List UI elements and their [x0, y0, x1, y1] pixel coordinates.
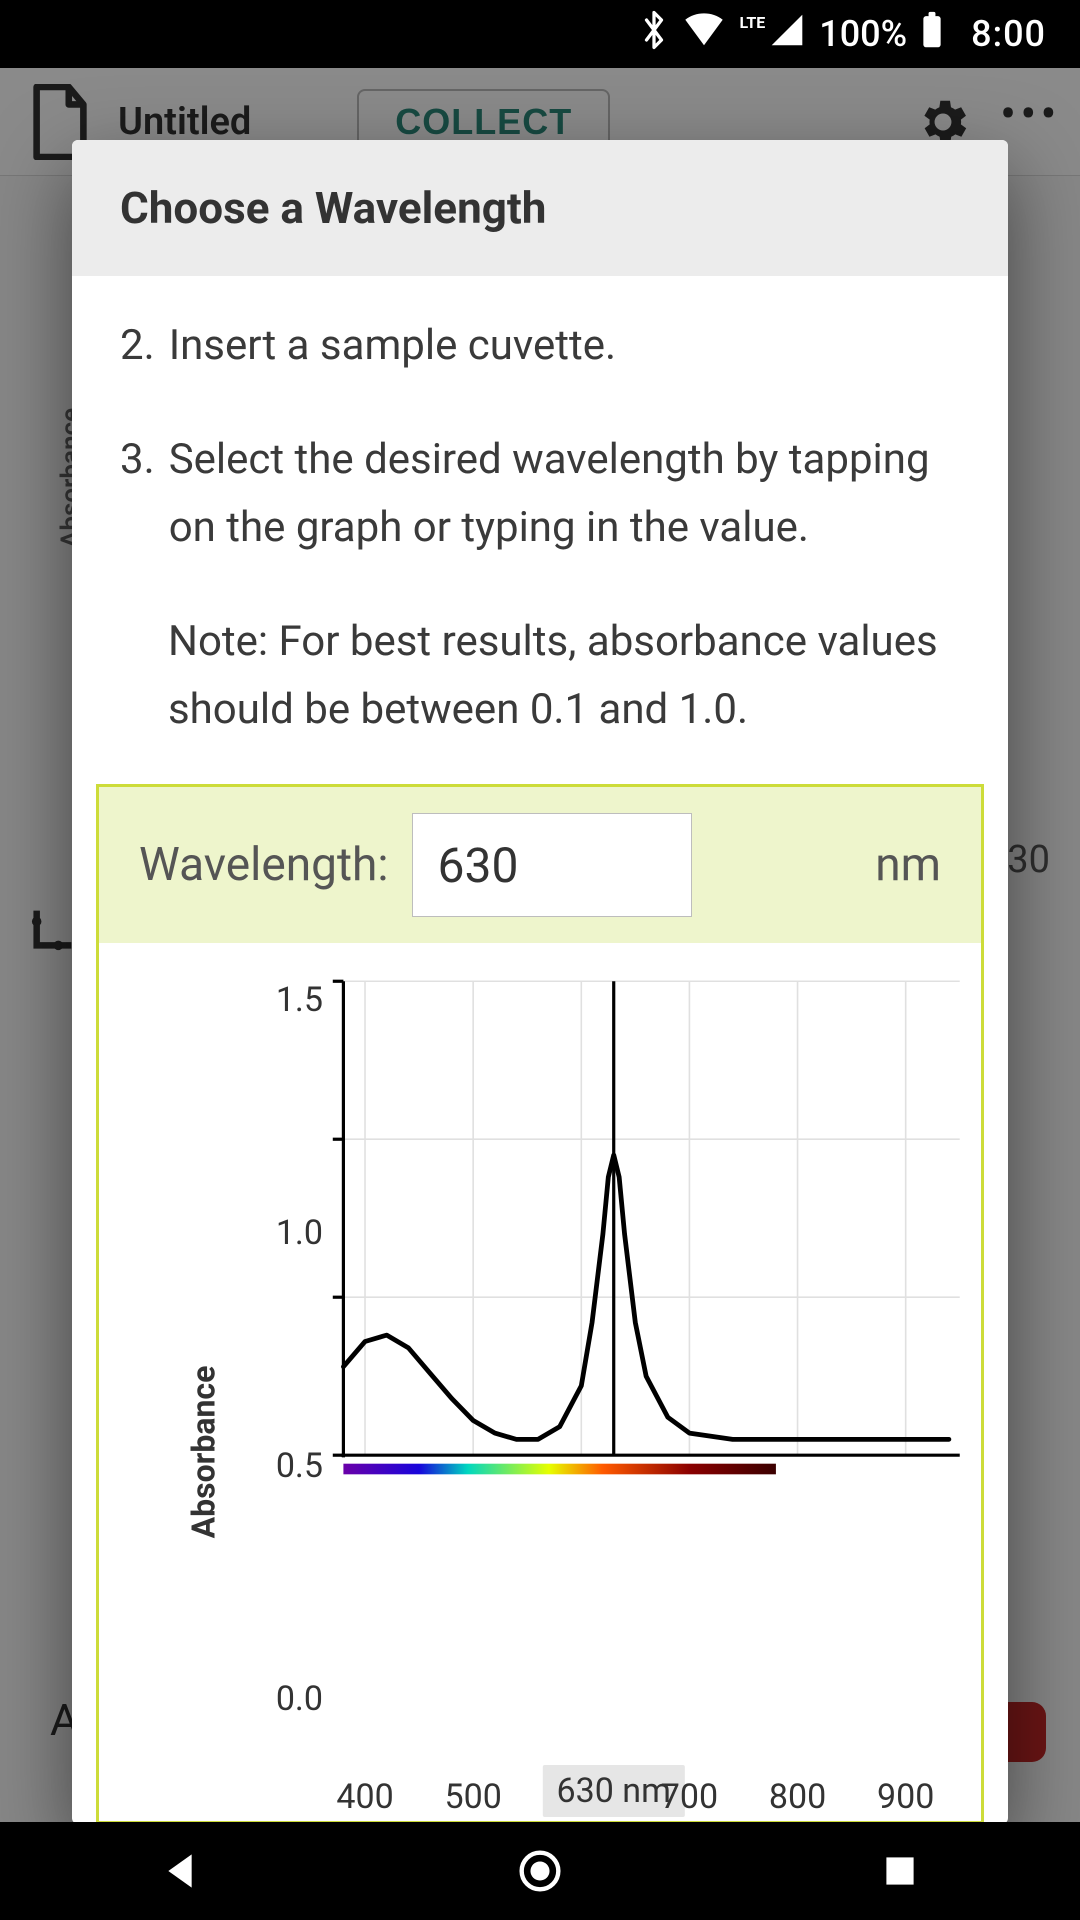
clock: 8:00	[971, 13, 1046, 55]
dialog-body: 2. Insert a sample cuvette. 3. Select th…	[72, 276, 1008, 784]
step-2: 2. Insert a sample cuvette.	[120, 312, 960, 380]
chart-x-tick: 700	[661, 1777, 718, 1817]
chart-x-tick: 400	[336, 1777, 393, 1817]
battery-icon	[921, 11, 943, 58]
lte-label: LTE	[739, 13, 765, 32]
wavelength-input[interactable]	[412, 813, 692, 917]
cellular-icon	[769, 13, 805, 56]
bluetooth-icon	[639, 9, 669, 60]
battery-percentage: 100%	[819, 13, 907, 55]
wavelength-dialog: Choose a Wavelength 2. Insert a sample c…	[72, 140, 1008, 1824]
dialog-title: Choose a Wavelength	[72, 140, 1008, 276]
chart-x-tick: 500	[444, 1777, 501, 1817]
step-3-number: 3.	[120, 426, 155, 562]
spectrum-chart[interactable]: Absorbance 0.00.51.01.5400500630 nm70080…	[99, 943, 981, 1821]
recent-apps-button[interactable]	[840, 1841, 960, 1901]
chart-y-tick: 0.5	[276, 1446, 323, 1486]
wavelength-unit: nm	[875, 838, 941, 892]
wavelength-input-row: Wavelength: nm	[99, 787, 981, 943]
step-2-text: Insert a sample cuvette.	[169, 312, 616, 380]
navigation-bar	[0, 1822, 1080, 1920]
chart-x-tick: 800	[769, 1777, 826, 1817]
wavelength-panel: Wavelength: nm Absorbance 0.00.51.01.540…	[96, 784, 984, 1824]
chart-y-tick: 0.0	[276, 1679, 323, 1719]
chart-y-tick: 1.0	[276, 1213, 323, 1253]
chart-y-tick: 1.5	[276, 980, 323, 1020]
step-2-number: 2.	[120, 312, 155, 380]
status-bar: LTE 100% 8:00	[0, 0, 1080, 68]
step-3-text: Select the desired wavelength by tapping…	[169, 426, 960, 562]
home-button[interactable]	[480, 1841, 600, 1901]
back-button[interactable]	[120, 1841, 240, 1901]
wifi-icon	[683, 13, 725, 56]
chart-x-tick: 900	[877, 1777, 934, 1817]
wavelength-label: Wavelength:	[139, 838, 388, 892]
note-text: Note: For best results, absorbance value…	[168, 608, 960, 744]
step-3: 3. Select the desired wavelength by tapp…	[120, 426, 960, 562]
